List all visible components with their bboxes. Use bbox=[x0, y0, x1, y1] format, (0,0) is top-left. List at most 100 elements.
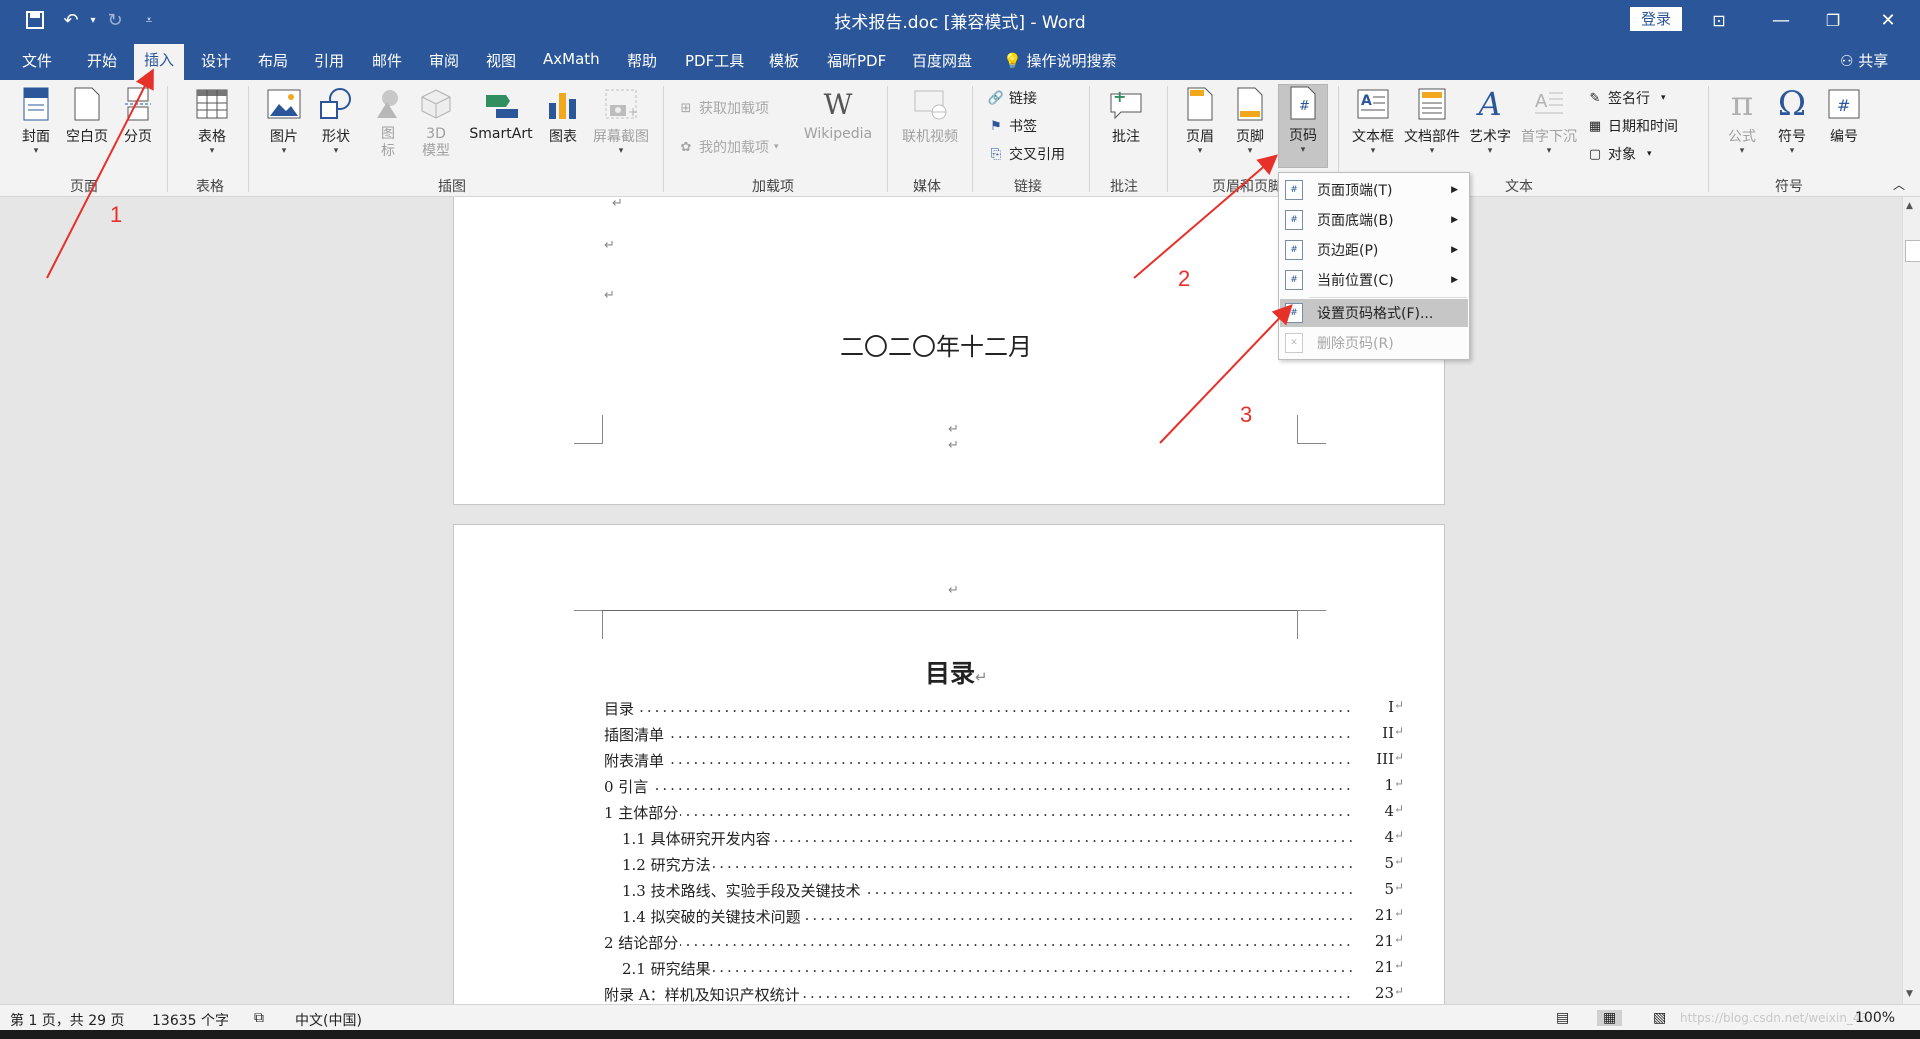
tell-me-search[interactable]: 💡 操作说明搜索 bbox=[1003, 50, 1116, 71]
tab-design[interactable]: 设计 bbox=[201, 50, 231, 71]
document-canvas: ↵ ↵ ↵ ↵ ↵ 二〇二〇年十二月 ↵ 目录↵ ...............… bbox=[0, 197, 1902, 1004]
proofing-icon[interactable]: ⧉ bbox=[254, 1010, 264, 1026]
tab-foxit-pdf[interactable]: 福昕PDF bbox=[827, 50, 886, 71]
equation-button[interactable]: π 公式 ▾ bbox=[1720, 84, 1764, 156]
wordart-button[interactable]: A 艺术字 ▾ bbox=[1468, 85, 1512, 156]
read-mode-icon[interactable]: ▤ bbox=[1556, 1010, 1569, 1026]
toc-entry[interactable]: ........................................… bbox=[604, 932, 1404, 953]
picture-button[interactable]: 图片 ▾ bbox=[264, 86, 304, 156]
menu-item-page-margins[interactable]: # 页边距(P) ▶ bbox=[1280, 236, 1468, 264]
toc-entry-text: 1.3 技术路线、实验手段及关键技术 bbox=[622, 880, 863, 901]
tab-references[interactable]: 引用 bbox=[314, 50, 344, 71]
icons-button[interactable]: 图标 bbox=[370, 86, 406, 160]
tab-review[interactable]: 审阅 bbox=[429, 50, 459, 71]
tab-help[interactable]: 帮助 bbox=[627, 50, 657, 71]
toc-entry[interactable]: ........................................… bbox=[604, 802, 1404, 823]
shapes-button[interactable]: 形状 ▾ bbox=[316, 86, 356, 156]
menu-item-top-of-page[interactable]: # 页面顶端(T) ▶ bbox=[1280, 176, 1468, 204]
ribbon-separator bbox=[972, 86, 973, 192]
drop-cap-button[interactable]: A 首字下沉 ▾ bbox=[1518, 86, 1580, 156]
header-button[interactable]: 页眉 ▾ bbox=[1180, 86, 1220, 156]
vertical-scrollbar[interactable]: ▲ ▼ bbox=[1902, 197, 1920, 1004]
toc-entry[interactable]: ........................................… bbox=[604, 854, 1404, 875]
header-rule bbox=[602, 610, 1297, 611]
tab-home[interactable]: 开始 bbox=[87, 50, 117, 71]
tab-insert[interactable]: 插入 bbox=[134, 44, 185, 80]
toc-entry[interactable]: ........................................… bbox=[604, 828, 1404, 849]
collapse-ribbon-icon[interactable]: ︿ bbox=[1893, 176, 1905, 193]
numbering-button[interactable]: # 编号 bbox=[1822, 86, 1866, 146]
footer-button[interactable]: 页脚 ▾ bbox=[1230, 86, 1270, 156]
tab-layout[interactable]: 布局 bbox=[258, 50, 288, 71]
picture-icon bbox=[267, 86, 301, 122]
page-break-button[interactable]: 分页 bbox=[118, 86, 158, 146]
menu-separator bbox=[1309, 297, 1467, 298]
toc-entry-text: 目录 bbox=[604, 698, 637, 719]
bookmark-button[interactable]: ⚑ 书签 bbox=[988, 116, 1037, 136]
print-layout-icon[interactable]: ▦ bbox=[1597, 1010, 1623, 1026]
screenshot-button[interactable]: + 屏幕截图 ▾ bbox=[590, 86, 652, 156]
tab-axmath[interactable]: AxMath bbox=[543, 50, 600, 68]
ribbon-display-icon[interactable]: ⊡ bbox=[1696, 4, 1742, 36]
table-button[interactable]: 表格 ▾ bbox=[192, 86, 232, 156]
toc-entry[interactable]: ........................................… bbox=[604, 750, 1404, 771]
page-number-button[interactable]: # 页码 ▾ bbox=[1278, 84, 1328, 168]
object-icon: ▢ bbox=[1588, 146, 1602, 162]
toc-entry[interactable]: ........................................… bbox=[604, 698, 1405, 719]
tab-mailings[interactable]: 邮件 bbox=[372, 50, 402, 71]
3d-models-button[interactable]: 3D 模型 bbox=[418, 86, 454, 160]
zoom-level[interactable]: 100% bbox=[1855, 1010, 1895, 1026]
symbol-button[interactable]: Ω 符号 ▾ bbox=[1770, 84, 1814, 156]
word-count[interactable]: 13635 个字 bbox=[152, 1010, 229, 1030]
object-button[interactable]: ▢ 对象 ▾ bbox=[1587, 144, 1652, 164]
menu-item-remove-page-numbers[interactable]: ✕ 删除页码(R) bbox=[1280, 329, 1468, 357]
scroll-up-icon[interactable]: ▲ bbox=[1906, 201, 1913, 211]
tab-templates[interactable]: 模板 bbox=[769, 50, 799, 71]
comment-button[interactable]: + 批注 bbox=[1106, 86, 1146, 146]
page-count[interactable]: 第 1 页，共 29 页 bbox=[10, 1010, 125, 1030]
menu-item-format-page-numbers[interactable]: # 设置页码格式(F)... bbox=[1280, 299, 1468, 327]
tab-file[interactable]: 文件 bbox=[22, 50, 52, 71]
menu-item-bottom-of-page[interactable]: # 页面底端(B) ▶ bbox=[1280, 206, 1468, 234]
puzzle-icon: ✿ bbox=[680, 139, 692, 155]
tab-pdf-tools[interactable]: PDF工具 bbox=[685, 50, 744, 71]
toc-entry[interactable]: ........................................… bbox=[604, 724, 1404, 745]
wikipedia-button[interactable]: W Wikipedia bbox=[800, 86, 876, 143]
language[interactable]: 中文(中国) bbox=[295, 1010, 362, 1030]
toc-entry[interactable]: ........................................… bbox=[604, 958, 1404, 979]
toc-entry[interactable]: ........................................… bbox=[604, 906, 1404, 927]
restore-icon[interactable]: ❐ bbox=[1810, 4, 1856, 36]
get-addins-button[interactable]: ⊞ 获取加载项 bbox=[678, 98, 769, 118]
my-addins-button[interactable]: ✿ 我的加载项 ▾ bbox=[678, 137, 779, 157]
date-time-button[interactable]: ▦ 日期和时间 bbox=[1587, 116, 1678, 136]
toc-entry[interactable]: ........................................… bbox=[604, 880, 1404, 901]
close-icon[interactable]: ✕ bbox=[1865, 4, 1911, 36]
chart-button[interactable]: 图表 bbox=[545, 86, 581, 146]
tab-view[interactable]: 视图 bbox=[486, 50, 516, 71]
signature-line-button[interactable]: ✎ 签名行 ▾ bbox=[1587, 88, 1666, 108]
share-button[interactable]: ⚇ 共享 bbox=[1840, 50, 1888, 71]
toc-entry[interactable]: ........................................… bbox=[604, 984, 1404, 1004]
tab-baidu-netdisk[interactable]: 百度网盘 bbox=[912, 50, 972, 71]
paragraph-mark: ↵ bbox=[1394, 698, 1405, 712]
toc-entry[interactable]: ........................................… bbox=[604, 776, 1404, 797]
menu-item-current-position[interactable]: # 当前位置(C) ▶ bbox=[1280, 266, 1468, 294]
online-video-button[interactable]: 联机视频 bbox=[898, 86, 962, 146]
svg-text:#: # bbox=[1299, 99, 1310, 114]
cross-reference-button[interactable]: ⎘ 交叉引用 bbox=[988, 144, 1065, 164]
quick-parts-button[interactable]: 文档部件 ▾ bbox=[1402, 86, 1462, 156]
3d-models-label: 3D 模型 bbox=[422, 126, 450, 159]
blank-page-button[interactable]: 空白页 bbox=[62, 86, 112, 146]
textbox-button[interactable]: A 文本框 ▾ bbox=[1350, 86, 1396, 156]
scroll-thumb[interactable] bbox=[1905, 240, 1920, 262]
smartart-button[interactable]: SmartArt bbox=[466, 86, 536, 142]
cover-page-button[interactable]: 封面 ▾ bbox=[16, 86, 56, 156]
toc-entry-text: 附录 A：样机及知识产权统计 bbox=[604, 984, 802, 1004]
header-label: 页眉 bbox=[1186, 129, 1214, 145]
scroll-down-icon[interactable]: ▼ bbox=[1906, 989, 1913, 999]
textbox-icon: A bbox=[1356, 86, 1390, 122]
minimize-icon[interactable]: — bbox=[1758, 4, 1804, 36]
web-layout-icon[interactable]: ▧ bbox=[1653, 1010, 1666, 1026]
link-button[interactable]: 🔗 链接 bbox=[988, 88, 1037, 108]
login-button[interactable]: 登录 bbox=[1630, 7, 1682, 31]
